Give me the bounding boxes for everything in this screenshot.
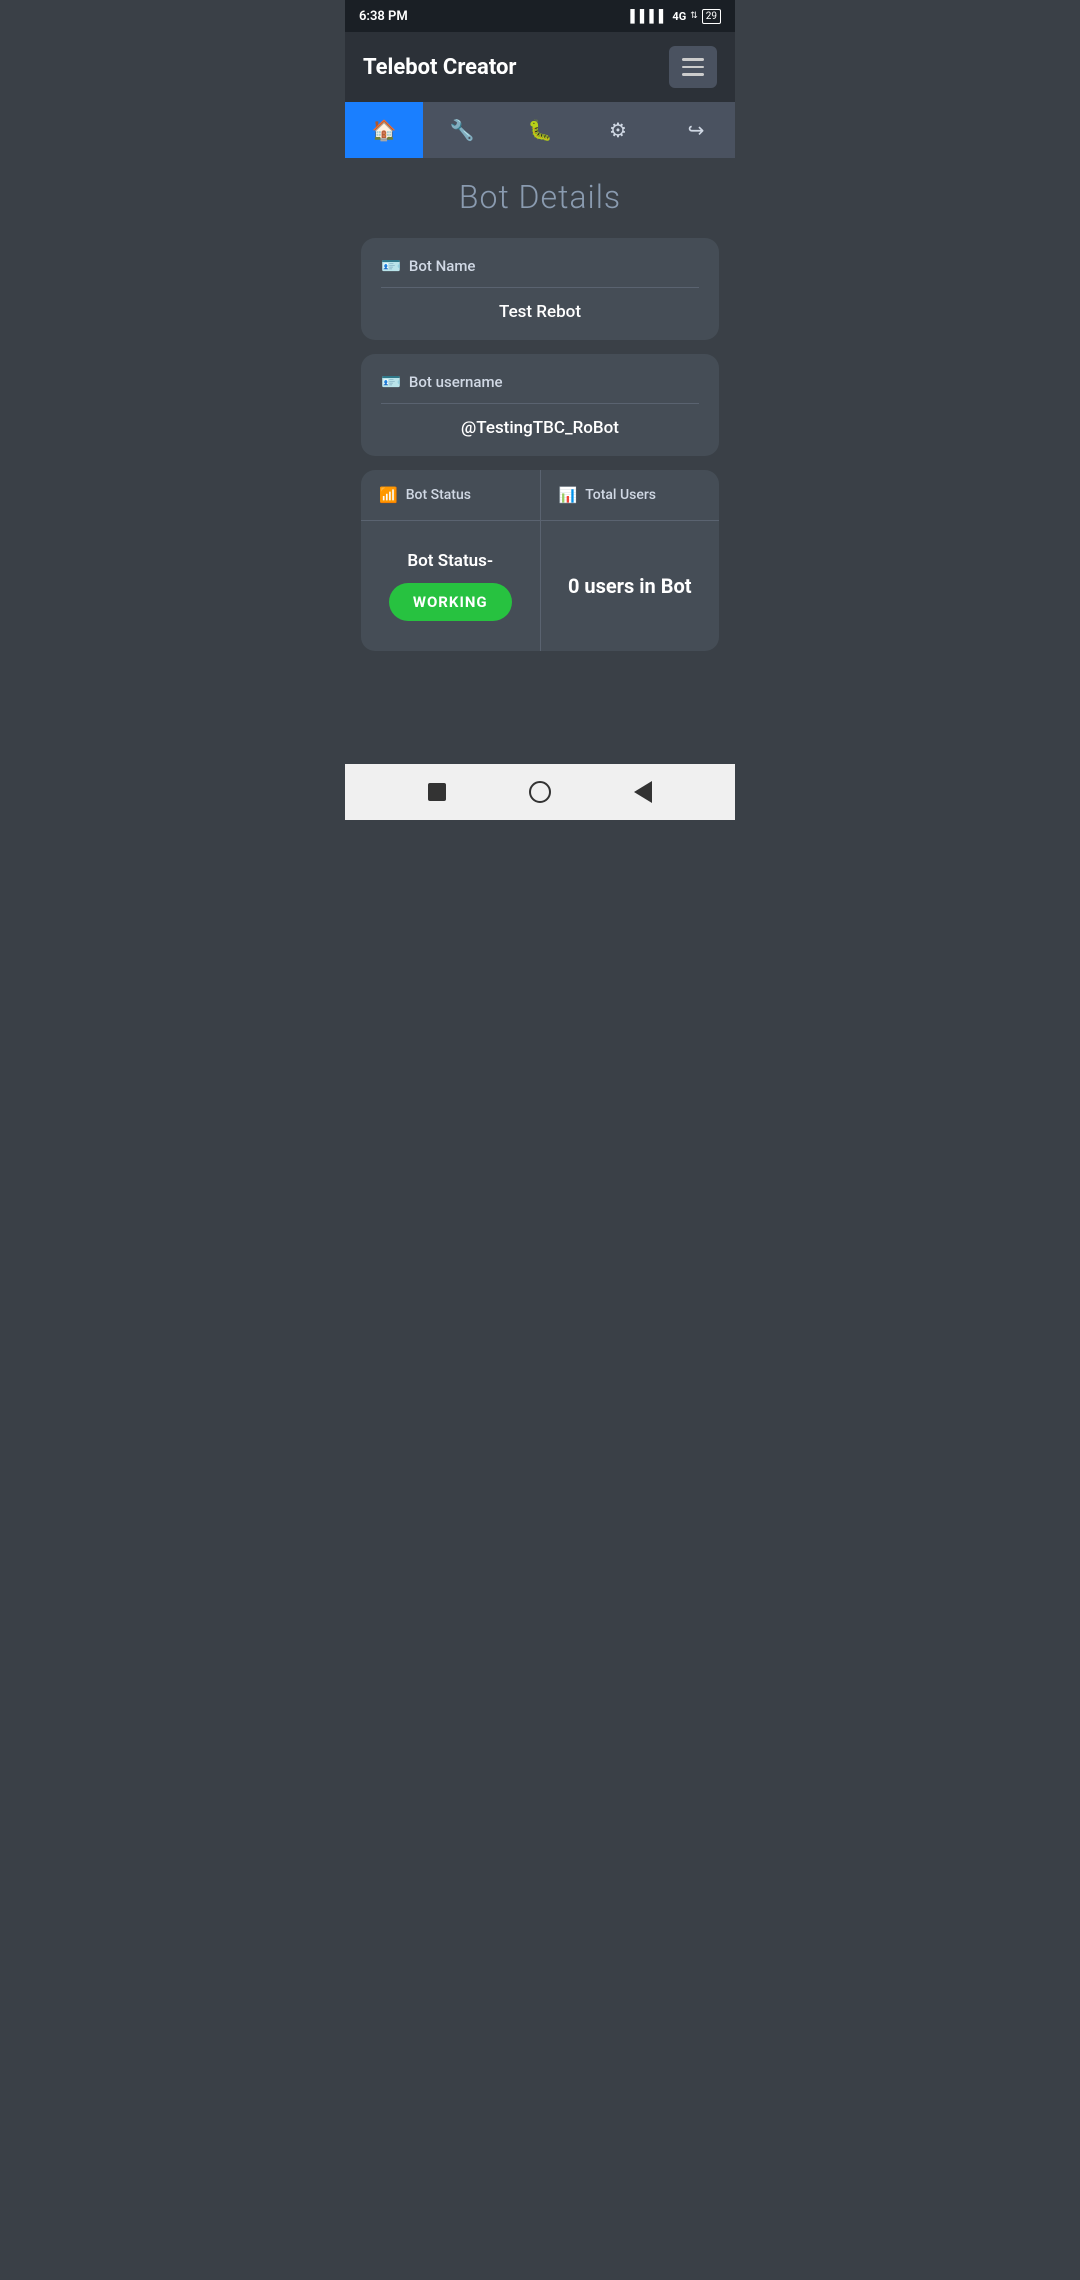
bot-name-card: 🪪 Bot Name Test Rebot [361, 238, 719, 340]
gear-icon: ⚙ [609, 118, 627, 142]
stop-button[interactable] [417, 772, 457, 812]
status-bar: 6:38 PM ▌▌▌▌ 4G ⇅ 29 [345, 0, 735, 32]
tab-settings[interactable]: ⚙ [579, 102, 657, 158]
home-button[interactable] [520, 772, 560, 812]
page-title: Bot Details [361, 178, 719, 216]
wifi-icon: 📶 [379, 486, 398, 504]
app-header: Telebot Creator [345, 32, 735, 102]
signal-icon: ▌▌▌▌ [630, 9, 668, 23]
status-icons: ▌▌▌▌ 4G ⇅ 29 [630, 9, 721, 24]
debug-icon: 🐛 [528, 118, 553, 142]
tools-icon: 🔧 [450, 118, 475, 142]
id-card-icon-username: 🪪 [381, 372, 401, 391]
id-card-icon-name: 🪪 [381, 256, 401, 275]
menu-bar-3 [682, 73, 704, 76]
bot-status-body: Bot Status- WORKING [361, 521, 541, 651]
bot-status-header: 📶 Bot Status [361, 470, 541, 520]
bot-status-card: 📶 Bot Status 📊 Total Users Bot Status- W… [361, 470, 719, 651]
bot-name-label: 🪪 Bot Name [381, 256, 699, 288]
tab-tools[interactable]: 🔧 [423, 102, 501, 158]
home-icon: 🏠 [372, 118, 397, 142]
tab-export[interactable]: ↪ [657, 102, 735, 158]
users-count-text: 0 users in Bot [568, 574, 692, 598]
split-card-header: 📶 Bot Status 📊 Total Users [361, 470, 719, 521]
total-users-body: 0 users in Bot [541, 521, 720, 651]
back-arrow-icon [634, 781, 652, 803]
nav-tabs: 🏠 🔧 🐛 ⚙ ↪ [345, 102, 735, 158]
bot-name-value: Test Rebot [381, 302, 699, 322]
bottom-nav [345, 764, 735, 820]
menu-button[interactable] [669, 46, 717, 88]
bot-username-value: @TestingTBC_RoBot [381, 418, 699, 438]
split-card-body: Bot Status- WORKING 0 users in Bot [361, 521, 719, 651]
status-time: 6:38 PM [359, 9, 408, 24]
tab-home[interactable]: 🏠 [345, 102, 423, 158]
stop-icon [428, 783, 446, 801]
bot-username-card: 🪪 Bot username @TestingTBC_RoBot [361, 354, 719, 456]
total-users-header: 📊 Total Users [541, 470, 720, 520]
menu-bar-1 [682, 58, 704, 61]
chart-icon: 📊 [559, 486, 578, 504]
circle-icon [529, 781, 551, 803]
back-button[interactable] [623, 772, 663, 812]
battery-indicator: 29 [702, 9, 721, 24]
main-content: Bot Details 🪪 Bot Name Test Rebot 🪪 Bot … [345, 158, 735, 764]
working-badge: WORKING [389, 583, 512, 621]
network-icon: 4G [672, 10, 686, 23]
menu-bar-2 [682, 66, 704, 69]
app-title: Telebot Creator [363, 55, 516, 80]
export-icon: ↪ [688, 118, 705, 142]
bot-username-label: 🪪 Bot username [381, 372, 699, 404]
bot-status-label: Bot Status- [407, 551, 493, 571]
network-arrows: ⇅ [690, 11, 698, 21]
tab-debug[interactable]: 🐛 [501, 102, 579, 158]
